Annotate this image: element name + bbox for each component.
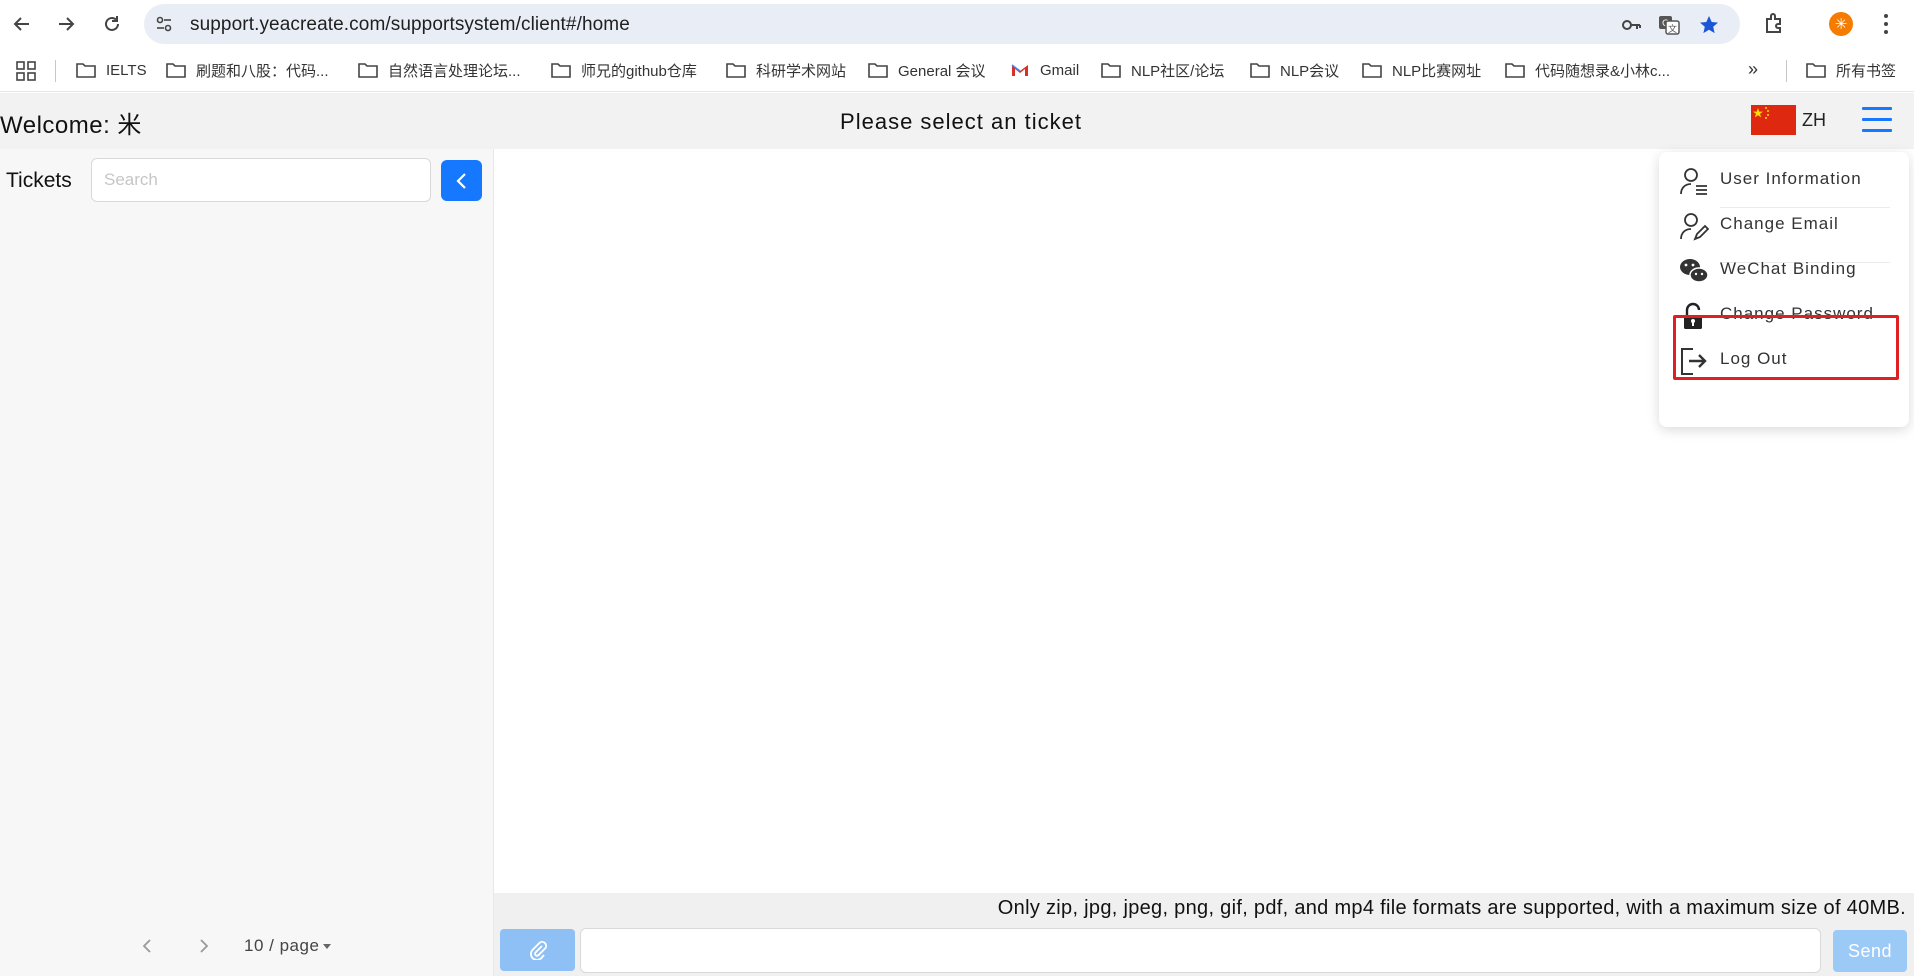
key-icon[interactable] bbox=[1620, 14, 1642, 36]
upload-notice-bar: Only zip, jpg, jpeg, png, gif, pdf, and … bbox=[494, 893, 1914, 925]
more-vertical-icon[interactable] bbox=[1872, 10, 1900, 38]
wechat-icon bbox=[1680, 259, 1709, 283]
bookmark-folder-2[interactable]: 自然语言处理论坛... bbox=[358, 58, 521, 82]
bookmark-folder-1[interactable]: 刷题和八股：代码... bbox=[166, 58, 329, 82]
prev-page-icon[interactable] bbox=[139, 937, 157, 955]
folder-icon bbox=[358, 63, 378, 78]
bookmark-folder-9[interactable]: NLP比赛网址 bbox=[1362, 58, 1481, 82]
app-header: Welcome: 米 Please select an ticket ZH bbox=[0, 93, 1914, 149]
menu-item-label: User Information bbox=[1720, 169, 1862, 188]
star-icon[interactable] bbox=[1698, 14, 1720, 36]
folder-icon bbox=[1101, 63, 1121, 78]
edit-user-icon bbox=[1680, 213, 1709, 241]
arrow-right-icon bbox=[59, 17, 75, 31]
highlight-box bbox=[1673, 315, 1899, 380]
ticket-search-input[interactable] bbox=[91, 158, 431, 202]
bookmark-folder-5[interactable]: General 会议 bbox=[868, 58, 986, 82]
folder-icon bbox=[868, 63, 888, 78]
folder-icon bbox=[1806, 63, 1826, 78]
site-settings-icon[interactable] bbox=[154, 14, 174, 34]
browser-toolbar: support.yeacreate.com/supportsystem/clie… bbox=[0, 0, 1914, 48]
message-composer: Send bbox=[494, 925, 1914, 976]
folder-icon bbox=[166, 63, 186, 78]
collapse-sidebar-button[interactable] bbox=[441, 160, 482, 201]
page-size-select[interactable]: 10 / page bbox=[244, 936, 332, 956]
paperclip-icon bbox=[529, 941, 547, 960]
bookmarks-overflow-button[interactable]: » bbox=[1748, 57, 1758, 81]
reload-button[interactable] bbox=[96, 8, 128, 40]
message-input[interactable] bbox=[580, 928, 1821, 973]
tickets-sidebar: Tickets 10 / page bbox=[0, 149, 494, 976]
folder-icon bbox=[76, 63, 96, 78]
extensions-icon[interactable] bbox=[1762, 10, 1788, 36]
attach-button[interactable] bbox=[500, 929, 575, 971]
upload-notice: Only zip, jpg, jpeg, png, gif, pdf, and … bbox=[997, 897, 1906, 919]
translate-icon[interactable]: G文 bbox=[1658, 14, 1680, 36]
folder-icon bbox=[1250, 63, 1270, 78]
folder-icon bbox=[1362, 63, 1382, 78]
folder-icon bbox=[551, 63, 571, 78]
folder-icon bbox=[1505, 63, 1525, 78]
svg-text:文: 文 bbox=[1668, 23, 1677, 35]
address-bar[interactable]: support.yeacreate.com/supportsystem/clie… bbox=[144, 4, 1740, 44]
folder-icon bbox=[726, 63, 746, 78]
menu-item-label: WeChat Binding bbox=[1720, 259, 1857, 278]
tickets-label: Tickets bbox=[6, 169, 72, 192]
url-text: support.yeacreate.com/supportsystem/clie… bbox=[190, 14, 630, 35]
apps-grid-icon[interactable] bbox=[16, 61, 36, 81]
page-size-value: 10 / page bbox=[244, 936, 320, 955]
profile-avatar[interactable]: ✳ bbox=[1829, 12, 1853, 36]
chevron-left-icon bbox=[455, 172, 466, 189]
bookmarks-separator bbox=[55, 60, 56, 82]
back-button[interactable] bbox=[6, 8, 38, 40]
page-title: Please select an ticket bbox=[840, 109, 1082, 134]
page-title-wrap: Please select an ticket bbox=[0, 109, 1914, 135]
language-switch[interactable]: ZH bbox=[1802, 110, 1826, 131]
china-flag-icon[interactable] bbox=[1751, 105, 1796, 135]
user-dropdown-menu: User Information Change Email WeChat Bin… bbox=[1659, 152, 1909, 427]
bookmark-folder-7[interactable]: NLP社区/论坛 bbox=[1101, 58, 1224, 82]
user-info-icon bbox=[1680, 168, 1707, 195]
forward-button[interactable] bbox=[50, 8, 82, 40]
bookmark-folder-4[interactable]: 科研学术网站 bbox=[726, 58, 846, 82]
bookmark-gmail[interactable]: Gmail bbox=[1010, 58, 1079, 82]
arrow-left-icon bbox=[13, 17, 29, 31]
hamburger-menu-icon[interactable] bbox=[1862, 107, 1892, 133]
reload-icon bbox=[105, 16, 119, 31]
bookmark-folder-3[interactable]: 师兄的github仓库 bbox=[551, 58, 697, 82]
bookmark-ielts[interactable]: IELTS bbox=[76, 58, 147, 82]
pagination: 10 / page bbox=[0, 933, 494, 963]
next-page-icon[interactable] bbox=[194, 937, 212, 955]
bookmark-folder-10[interactable]: 代码随想录&小林c... bbox=[1505, 58, 1670, 82]
gmail-icon bbox=[1011, 64, 1028, 76]
caret-down-icon bbox=[323, 944, 332, 950]
bookmark-folder-8[interactable]: NLP会议 bbox=[1250, 58, 1339, 82]
bookmarks-separator bbox=[1786, 60, 1787, 82]
all-bookmarks[interactable]: 所有书签 bbox=[1806, 58, 1896, 82]
send-button[interactable]: Send bbox=[1833, 930, 1907, 972]
menu-item-label: Change Email bbox=[1720, 214, 1839, 233]
